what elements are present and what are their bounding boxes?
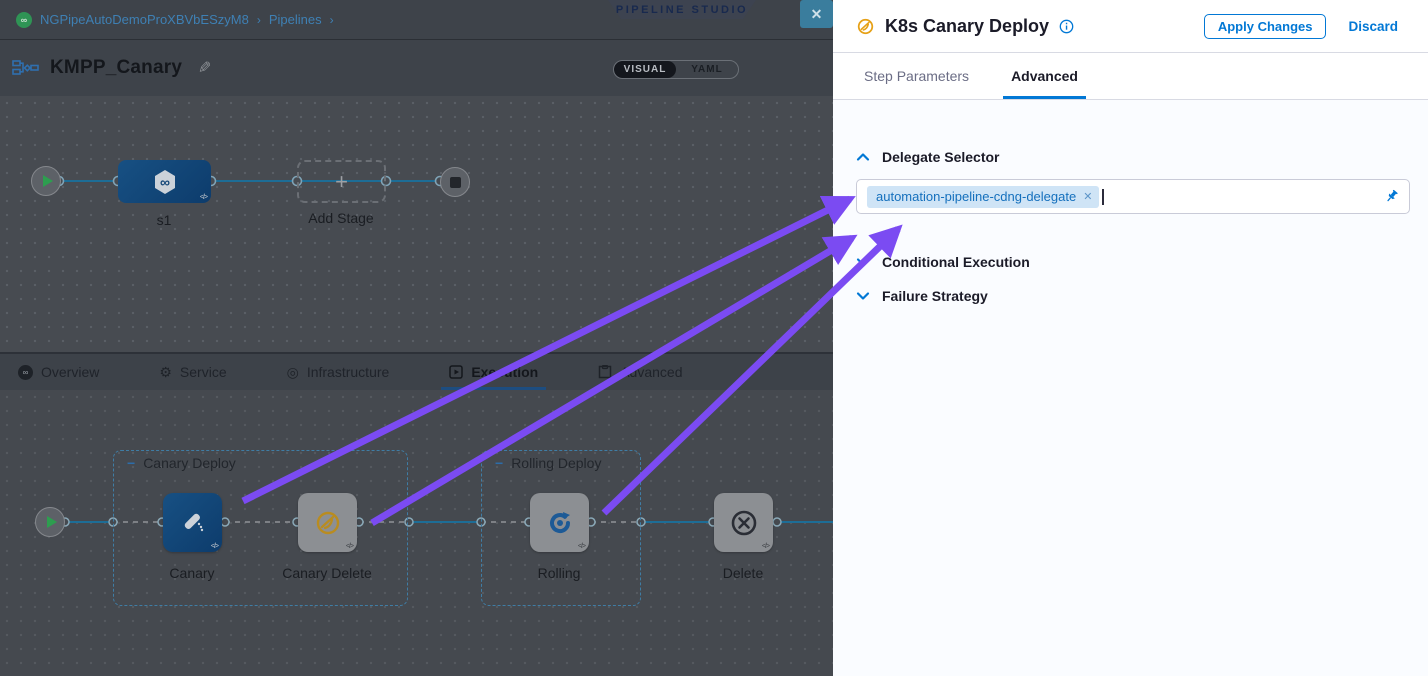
step-group-rolling-deploy-label: − Rolling Deploy	[495, 455, 601, 471]
collapse-icon[interactable]: −	[495, 458, 503, 468]
pipeline-studio-badge: PIPELINE STUDIO	[608, 0, 756, 19]
add-stage-label: Add Stage	[308, 210, 373, 226]
edit-pencil-icon[interactable]: ✎	[198, 58, 211, 78]
yaml-code-icon[interactable]: </>	[578, 543, 585, 550]
tab-label: Service	[180, 364, 227, 380]
apply-changes-button[interactable]: Apply Changes	[1204, 14, 1327, 39]
breadcrumb-separator: ›	[257, 13, 261, 27]
breadcrumb-pipelines[interactable]: Pipelines	[269, 12, 322, 27]
step-canary-delete[interactable]: </>	[298, 493, 357, 552]
pin-icon[interactable]	[1384, 189, 1399, 204]
canary-release-icon	[178, 508, 208, 538]
section-failure-strategy[interactable]: Failure Strategy	[856, 287, 1410, 305]
stage-connectors	[0, 96, 833, 353]
tab-label: Execution	[471, 364, 538, 380]
close-icon: ✕	[811, 6, 823, 22]
step-label: Delete	[723, 565, 763, 581]
section-label: Failure Strategy	[882, 288, 988, 304]
gear-icon: ⚙	[159, 365, 172, 379]
panel-tab-bar: Step Parameters Advanced	[833, 53, 1428, 100]
info-icon[interactable]	[1059, 19, 1074, 34]
canary-delete-icon	[314, 509, 342, 537]
step-config-panel: K8s Canary Deploy Apply Changes Discard …	[833, 0, 1428, 676]
step-label: Canary Delete	[282, 565, 372, 581]
step-group-canary-deploy[interactable]	[113, 450, 408, 606]
toggle-yaml[interactable]: YAML	[676, 61, 738, 78]
delegate-tag: automation-pipeline-cdng-delegate ✕	[867, 186, 1099, 208]
pipeline-studio-app: ∞ NGPipeAutoDemoProXBVbESzyM8 › Pipeline…	[0, 0, 1428, 676]
delegate-selector-input[interactable]: automation-pipeline-cdng-delegate ✕	[856, 179, 1410, 214]
pipeline-start-node[interactable]	[31, 166, 61, 196]
section-delegate-selector[interactable]: Delegate Selector	[856, 148, 1410, 166]
stage-s1-node[interactable]: ∞ </>	[118, 160, 211, 203]
stage-tab-bar: ∞ Overview ⚙ Service ◎ Infrastructure Ex…	[0, 353, 833, 390]
delegate-tag-text: automation-pipeline-cdng-delegate	[876, 189, 1076, 204]
stage-canvas: ∞ </> s1 + Add Stage	[0, 96, 833, 353]
tab-label: Infrastructure	[307, 364, 389, 380]
execution-start-node[interactable]	[35, 507, 65, 537]
panel-title: K8s Canary Deploy	[885, 16, 1049, 37]
infrastructure-icon: ◎	[287, 365, 299, 379]
tab-overview[interactable]: ∞ Overview	[10, 354, 107, 390]
tab-label: Overview	[41, 364, 99, 380]
stage-pipeline-icon: ∞	[150, 167, 180, 197]
step-label: Rolling	[538, 565, 581, 581]
pipeline-studio-dimmed-pane: ∞ NGPipeAutoDemoProXBVbESzyM8 › Pipeline…	[0, 0, 833, 676]
advanced-icon	[598, 365, 612, 379]
tab-label: Advanced	[620, 364, 682, 380]
yaml-code-icon[interactable]: </>	[200, 194, 207, 201]
breadcrumb-separator: ›	[330, 13, 334, 27]
collapse-icon[interactable]: −	[127, 458, 135, 468]
project-icon: ∞	[16, 12, 32, 28]
group-label-text: Canary Deploy	[143, 455, 236, 471]
svg-text:∞: ∞	[160, 174, 170, 190]
group-label-text: Rolling Deploy	[511, 455, 601, 471]
chevron-down-icon[interactable]	[856, 290, 870, 302]
yaml-code-icon[interactable]: </>	[346, 543, 353, 550]
pipeline-icon	[12, 60, 40, 76]
chevron-up-icon[interactable]	[856, 151, 870, 163]
canary-step-icon	[856, 17, 875, 36]
tab-advanced[interactable]: Advanced	[1003, 53, 1086, 99]
pipeline-title: KMPP_Canary	[50, 57, 182, 79]
discard-button[interactable]: Discard	[1348, 19, 1398, 34]
section-label: Conditional Execution	[882, 254, 1030, 270]
add-stage-button[interactable]: +	[297, 160, 386, 203]
breadcrumb-project[interactable]: NGPipeAutoDemoProXBVbESzyM8	[40, 12, 249, 27]
tab-infrastructure[interactable]: ◎ Infrastructure	[279, 354, 398, 390]
play-icon	[47, 516, 57, 528]
tab-step-parameters[interactable]: Step Parameters	[856, 53, 977, 99]
delete-icon	[729, 508, 759, 538]
stage-label: s1	[157, 212, 172, 228]
section-label: Delegate Selector	[882, 149, 1000, 165]
tab-execution[interactable]: Execution	[441, 354, 546, 390]
remove-tag-icon[interactable]: ✕	[1083, 190, 1092, 203]
pipeline-header: KMPP_Canary ✎ VISUAL YAML	[0, 40, 833, 96]
yaml-code-icon[interactable]: </>	[762, 543, 769, 550]
step-rolling[interactable]: </>	[530, 493, 589, 552]
panel-body: Delegate Selector automation-pipeline-cd…	[833, 148, 1428, 305]
panel-header: K8s Canary Deploy Apply Changes Discard	[833, 0, 1428, 53]
text-caret	[1102, 189, 1104, 205]
stop-icon	[450, 177, 461, 188]
yaml-code-icon[interactable]: </>	[211, 543, 218, 550]
execution-icon	[449, 365, 463, 379]
step-group-canary-deploy-label: − Canary Deploy	[127, 455, 236, 471]
close-panel-button[interactable]: ✕	[800, 0, 833, 28]
execution-canvas: − Canary Deploy </> Canary </> Canary De…	[0, 390, 833, 676]
play-icon	[43, 175, 53, 187]
chevron-down-icon[interactable]	[856, 256, 870, 268]
tab-service[interactable]: ⚙ Service	[151, 354, 234, 390]
section-conditional-execution[interactable]: Conditional Execution	[856, 253, 1410, 271]
step-label: Canary	[169, 565, 214, 581]
overview-icon: ∞	[18, 365, 33, 380]
step-canary[interactable]: </>	[163, 493, 222, 552]
rolling-deploy-icon	[546, 509, 574, 537]
tab-advanced[interactable]: Advanced	[590, 354, 690, 390]
visual-yaml-toggle: VISUAL YAML	[613, 60, 739, 79]
pipeline-end-node[interactable]	[440, 167, 470, 197]
plus-icon: +	[335, 169, 348, 195]
toggle-visual[interactable]: VISUAL	[614, 61, 676, 78]
step-delete[interactable]: </>	[714, 493, 773, 552]
